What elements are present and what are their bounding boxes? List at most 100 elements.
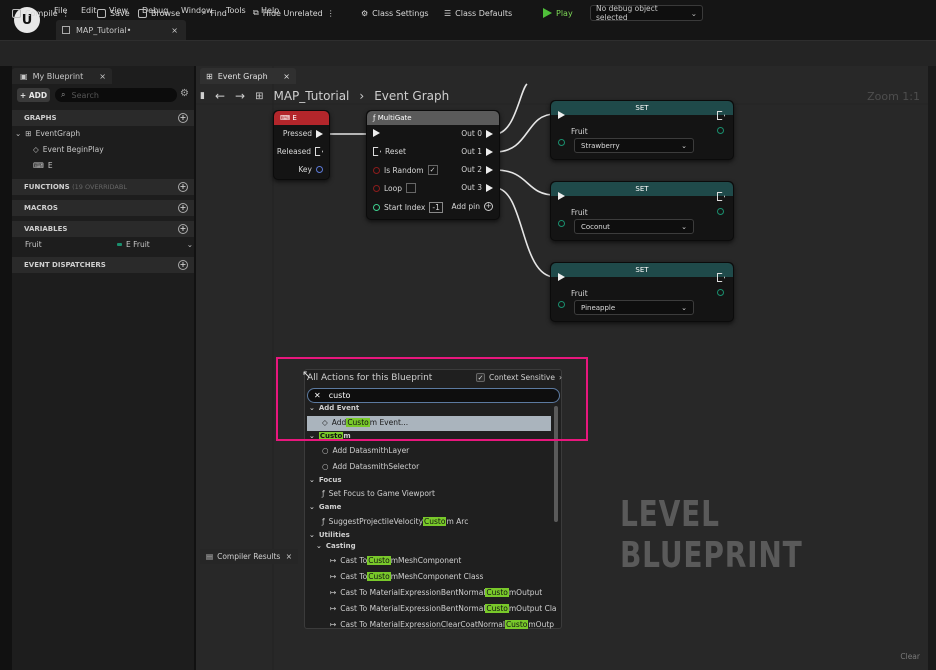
mouse-cursor-icon: ↖	[302, 368, 312, 381]
key-e-node-header: ⌨ E	[274, 111, 329, 125]
search-match: Custo	[485, 604, 509, 613]
exec-pin-icon[interactable]	[316, 129, 323, 138]
enum-pin-icon[interactable]	[558, 301, 565, 308]
action-item[interactable]: ↦ Cast To Custo mMeshComponent	[330, 556, 461, 565]
key-pin-icon[interactable]	[316, 166, 323, 173]
enum-pin-icon[interactable]	[558, 139, 565, 146]
exec-pin-icon[interactable]	[486, 129, 493, 138]
enum-pin-icon[interactable]	[717, 208, 724, 215]
set-node-coconut[interactable]: SET Fruit Coconut ⌄	[550, 181, 734, 241]
fruit-value-select[interactable]: Strawberry ⌄	[574, 138, 694, 153]
pin-key-label: Key	[298, 165, 312, 174]
action-text: Game	[318, 503, 342, 511]
pin-out-3[interactable]: Out 3	[461, 183, 493, 192]
add-pin-icon[interactable]: +	[484, 202, 493, 211]
function-icon: ƒ	[373, 114, 376, 122]
action-text: Focus	[318, 476, 342, 484]
bool-pin-icon[interactable]	[373, 166, 380, 174]
int-pin-icon[interactable]	[373, 204, 380, 211]
pin-exec-in[interactable]	[373, 129, 380, 137]
tab-compiler-results[interactable]: ▤ Compiler Results ×	[200, 549, 298, 564]
action-item[interactable]: ↦ Cast To MaterialExpressionBentNormal Cus…	[330, 588, 542, 597]
action-text: Cast To MaterialExpressionClearCoatNorma…	[340, 620, 505, 629]
action-item[interactable]: ○ Add DatasmithLayer	[322, 446, 409, 455]
exec-pin-icon[interactable]	[486, 183, 493, 192]
key-e-node[interactable]: ⌨ E Pressed Released Key	[273, 110, 330, 180]
pin-out-1[interactable]: Out 1	[461, 147, 493, 156]
annotation-highlight-box	[276, 357, 588, 441]
exec-pin-icon[interactable]	[373, 129, 380, 137]
fruit-value-select[interactable]: Pineapple ⌄	[574, 300, 694, 315]
cast-icon: ↦	[330, 604, 337, 613]
start-index-field[interactable]: -1	[429, 202, 443, 213]
action-text: mOutp	[528, 620, 555, 629]
fruit-value: Strawberry	[581, 141, 620, 150]
pin-out-3-label: Out 3	[461, 183, 482, 192]
action-text: Cast To MaterialExpressionBentNormal	[340, 604, 486, 613]
pin-pressed[interactable]: Pressed	[283, 129, 323, 138]
action-item[interactable]: ƒ SuggestProjectileVelocity Custo m Arc	[322, 517, 468, 526]
action-item[interactable]: ↦ Cast To MaterialExpressionClearCoatNorm…	[330, 620, 554, 629]
pin-is-random[interactable]: Is Random ✓	[373, 165, 438, 175]
exec-pin-icon[interactable]	[486, 165, 493, 174]
pin-out-2[interactable]: Out 2	[461, 165, 493, 174]
chevron-down-icon: ⌄	[681, 141, 687, 150]
exec-pin-icon[interactable]	[558, 192, 565, 200]
multigate-node[interactable]: ƒ MultiGate Reset Is Random ✓ Loop Start …	[366, 110, 500, 220]
is-random-checkbox[interactable]: ✓	[427, 165, 438, 175]
action-item[interactable]: ↦ Cast To MaterialExpressionBentNormal Cus…	[330, 604, 557, 613]
pin-out-0-label: Out 0	[461, 129, 482, 138]
set-node-title: SET	[635, 185, 649, 193]
cast-icon: ↦	[330, 572, 337, 581]
pin-reset-label: Reset	[385, 147, 406, 156]
set-node-strawberry[interactable]: SET Fruit Strawberry ⌄	[550, 100, 734, 160]
action-text: SuggestProjectileVelocity	[328, 517, 424, 526]
pin-out-2-label: Out 2	[461, 165, 482, 174]
pin-start-index[interactable]: Start Index -1	[373, 202, 443, 213]
search-match: Custo	[423, 517, 447, 526]
close-icon[interactable]: ×	[286, 552, 292, 561]
action-item[interactable]: ○ Add DatasmithSelector	[322, 462, 419, 471]
fruit-value-select[interactable]: Coconut ⌄	[574, 219, 694, 234]
exec-pin-icon[interactable]	[558, 273, 565, 281]
exec-pin-icon[interactable]	[558, 111, 565, 119]
action-text: Cast To	[340, 572, 368, 581]
set-node-title: SET	[635, 266, 649, 274]
enum-pin-icon[interactable]	[717, 289, 724, 296]
pin-key[interactable]: Key	[298, 165, 323, 174]
function-icon: ƒ	[322, 489, 325, 498]
search-match: Custo	[367, 572, 391, 581]
action-text: mMeshComponent Class	[390, 572, 484, 581]
bool-pin-icon[interactable]	[373, 184, 380, 192]
action-text: Set Focus to Game Viewport	[328, 489, 435, 498]
enum-pin-icon[interactable]	[717, 127, 724, 134]
add-pin-button[interactable]: Add pin +	[451, 202, 493, 211]
action-category[interactable]: ⌄ Focus	[309, 476, 341, 484]
set-var-label: Fruit	[571, 208, 588, 217]
exec-pin-icon[interactable]	[315, 147, 323, 156]
action-category[interactable]: ⌄ Game	[309, 503, 341, 511]
action-item[interactable]: ƒ Set Focus to Game Viewport	[322, 489, 435, 498]
exec-pin-icon[interactable]	[373, 147, 381, 156]
pin-out-0[interactable]: Out 0	[461, 129, 493, 138]
action-text: Casting	[325, 542, 356, 550]
action-item[interactable]: ↦ Cast To Custo mMeshComponent Class	[330, 572, 483, 581]
chevron-down-icon: ⌄	[681, 222, 687, 231]
pin-reset[interactable]: Reset	[373, 147, 406, 156]
action-text: Cast To MaterialExpressionBentNormal	[340, 588, 486, 597]
pin-loop-label: Loop	[384, 183, 402, 193]
action-text: m Arc	[446, 517, 469, 526]
action-category[interactable]: ⌄ Utilities	[309, 531, 350, 539]
loop-checkbox[interactable]	[406, 183, 416, 193]
pin-loop[interactable]: Loop	[373, 183, 416, 193]
enum-pin-icon[interactable]	[558, 220, 565, 227]
exec-pin-icon[interactable]	[486, 147, 493, 156]
pin-out-1-label: Out 1	[461, 147, 482, 156]
search-match: Custo	[504, 620, 529, 629]
set-node-pineapple[interactable]: SET Fruit Pineapple ⌄	[550, 262, 734, 322]
action-category[interactable]: ⌄ Casting	[316, 542, 356, 550]
multigate-title: MultiGate	[377, 114, 412, 122]
pin-released[interactable]: Released	[277, 147, 323, 156]
key-event-icon: ⌨	[280, 114, 291, 122]
pin-pressed-label: Pressed	[282, 129, 312, 138]
